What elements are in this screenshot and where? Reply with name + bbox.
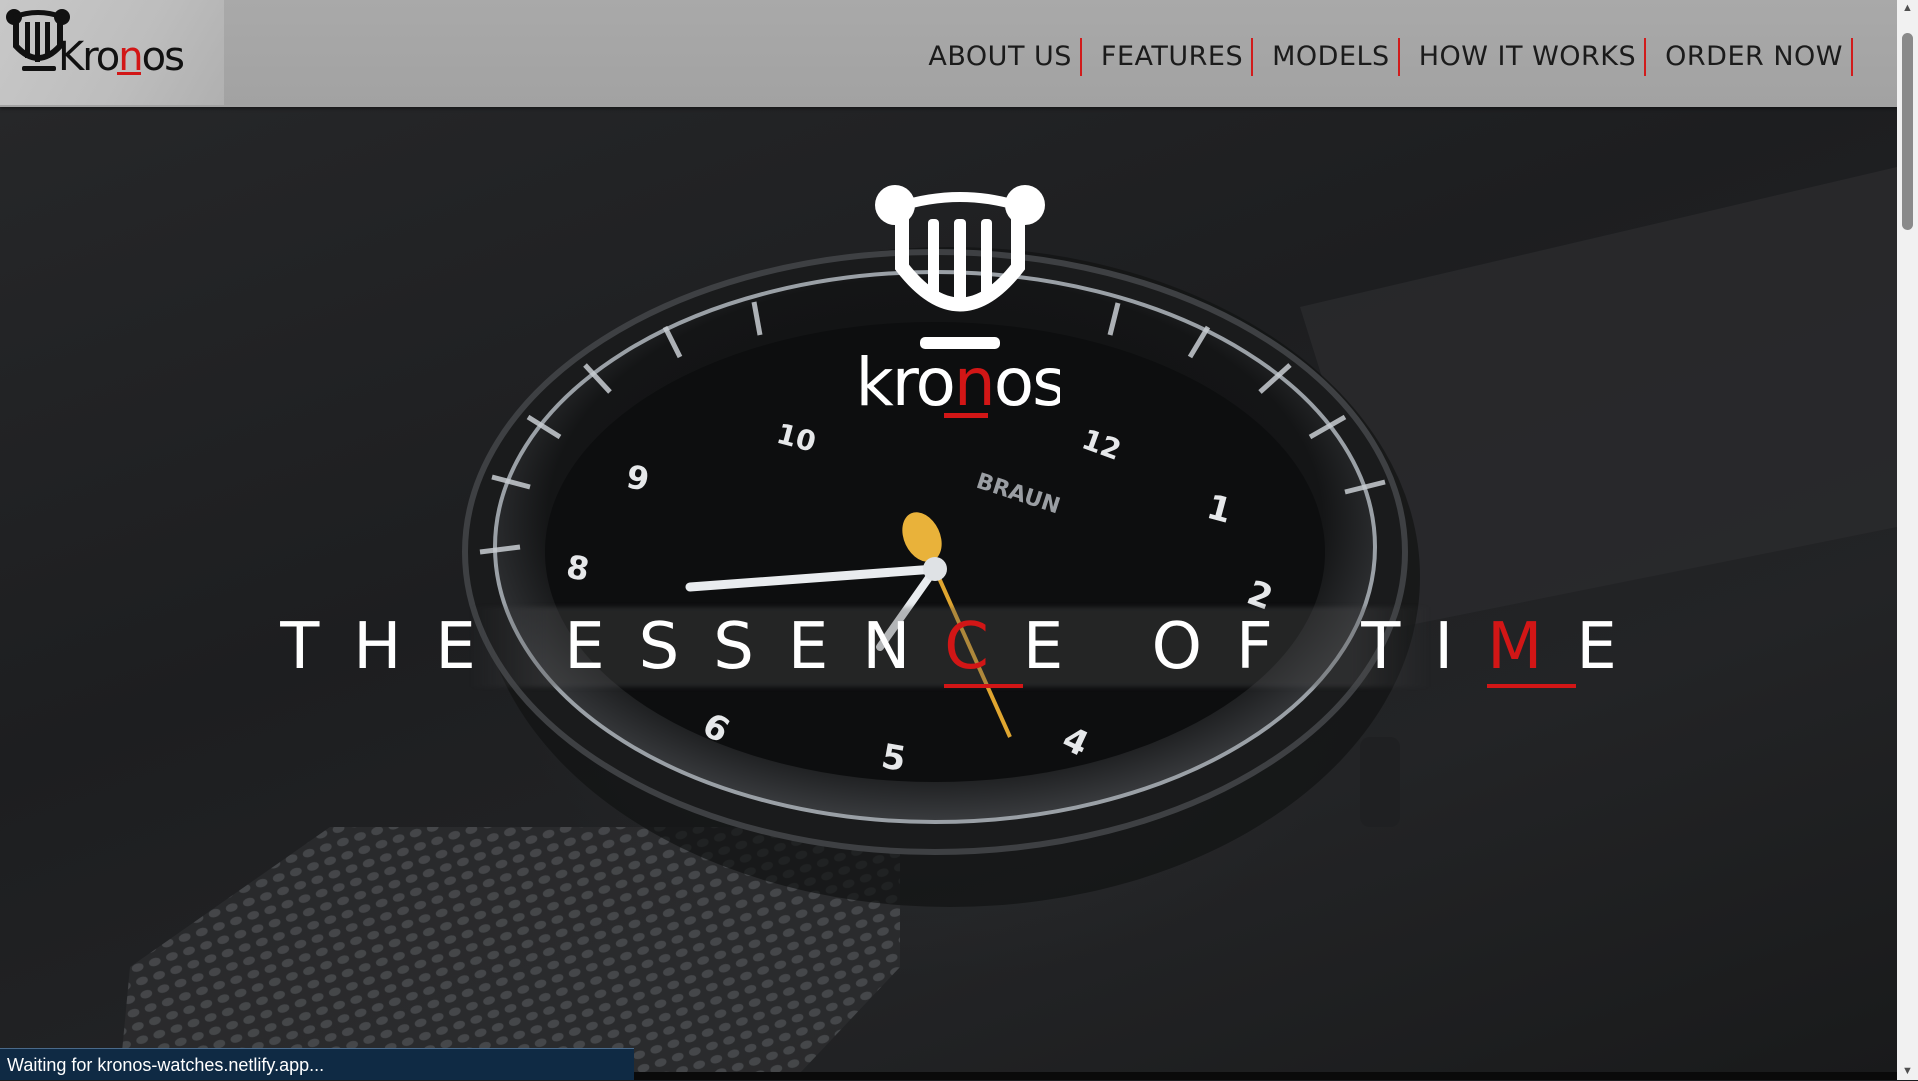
vertical-scrollbar[interactable]: ▲ ▼ <box>1897 0 1918 1080</box>
scroll-up-arrow-icon[interactable]: ▲ <box>1897 0 1918 17</box>
scroll-thumb[interactable] <box>1902 33 1913 230</box>
nav-order-now[interactable]: ORDER NOW <box>1646 38 1853 76</box>
lyre-logo-icon: Kronos <box>6 9 185 80</box>
hero-logo-text-highlight: n <box>954 344 994 421</box>
hero-logo-text-prefix: kro <box>860 344 954 421</box>
brand-logo[interactable]: Kronos <box>0 0 224 105</box>
browser-status-bar: Waiting for kronos-watches.netlify.app..… <box>0 1048 634 1080</box>
hero-section: 1 2 4 5 6 8 9 10 12 BRAUN kronos THE ESS… <box>0 107 1897 1073</box>
nav-models[interactable]: MODELS <box>1253 38 1400 76</box>
nav-about-us[interactable]: ABOUT US <box>928 38 1082 76</box>
svg-text:kronos: kronos <box>860 344 1060 421</box>
nav-how-it-works[interactable]: HOW IT WORKS <box>1400 38 1647 76</box>
site-header: Kronos ABOUT US FEATURES MODELS HOW IT W… <box>0 0 1897 107</box>
main-nav: ABOUT US FEATURES MODELS HOW IT WORKS OR… <box>928 38 1853 76</box>
scroll-down-arrow-icon[interactable]: ▼ <box>1897 1063 1918 1080</box>
nav-features[interactable]: FEATURES <box>1082 38 1254 76</box>
hero-lyre-logo-icon[interactable]: kronos <box>860 167 1060 467</box>
hero-logo-text-suffix: os <box>994 344 1060 421</box>
brand-name-prefix: Kro <box>58 34 119 80</box>
brand-name-suffix: os <box>142 34 183 80</box>
